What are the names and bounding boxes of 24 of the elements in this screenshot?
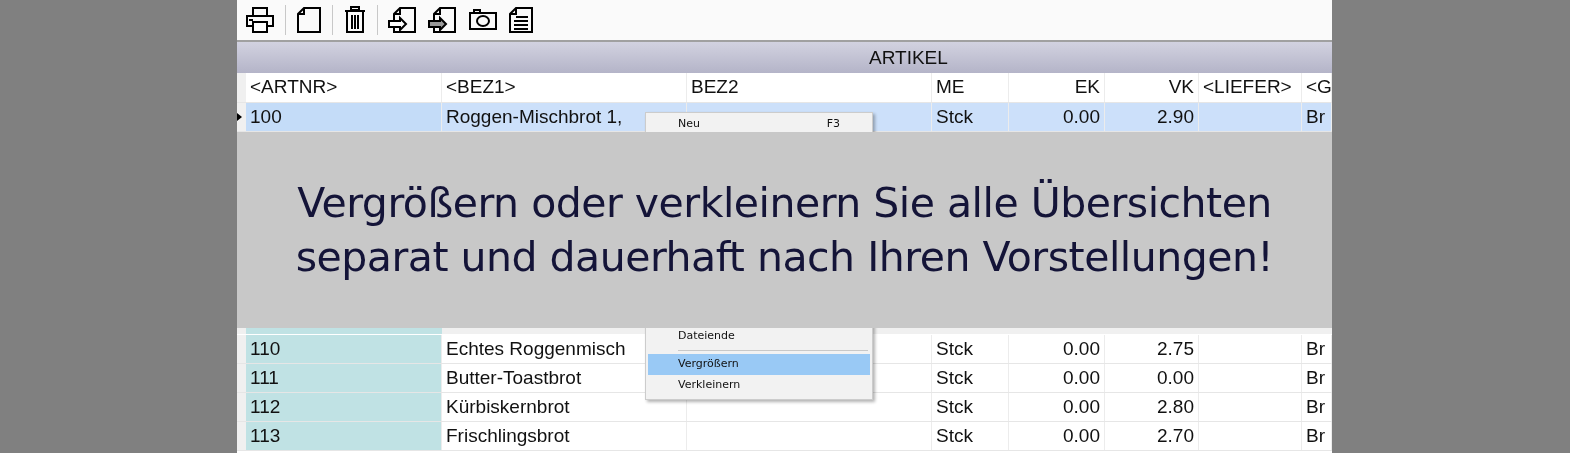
- table-cell: Stck: [932, 103, 1009, 131]
- table-cell: 100: [246, 103, 442, 131]
- table-cell: 112: [246, 393, 442, 421]
- table-cell: 0.00: [1105, 364, 1199, 392]
- table-cell: 0.00: [1009, 335, 1105, 363]
- table-cell: Stck: [932, 422, 1009, 450]
- table-cell: Stck: [932, 364, 1009, 392]
- table-cell: 0.00: [1009, 103, 1105, 131]
- table-cell: Stck: [932, 335, 1009, 363]
- table-cell: 2.75: [1105, 335, 1199, 363]
- table-cell: 110: [246, 335, 442, 363]
- table-cell: 2.80: [1105, 393, 1199, 421]
- table-cell: 2.90: [1105, 103, 1199, 131]
- table-cell: Frischlingsbrot: [442, 422, 687, 450]
- table-cell: 113: [246, 422, 442, 450]
- table-cell: 0.00: [1009, 422, 1105, 450]
- banner-text: Vergrößern oder verkleinern Sie alle Übersichten: [297, 179, 1272, 227]
- table-cell: 0.00: [1009, 393, 1105, 421]
- table-cell: Stck: [932, 393, 1009, 421]
- table-cell: 0.00: [1009, 364, 1105, 392]
- table-title: ARTIKEL: [869, 46, 948, 69]
- banner-text: separat und dauerhaft nach Ihren Vorstellungen!: [295, 233, 1274, 281]
- table-cell: 111: [246, 364, 442, 392]
- table-cell: 2.70: [1105, 422, 1199, 450]
